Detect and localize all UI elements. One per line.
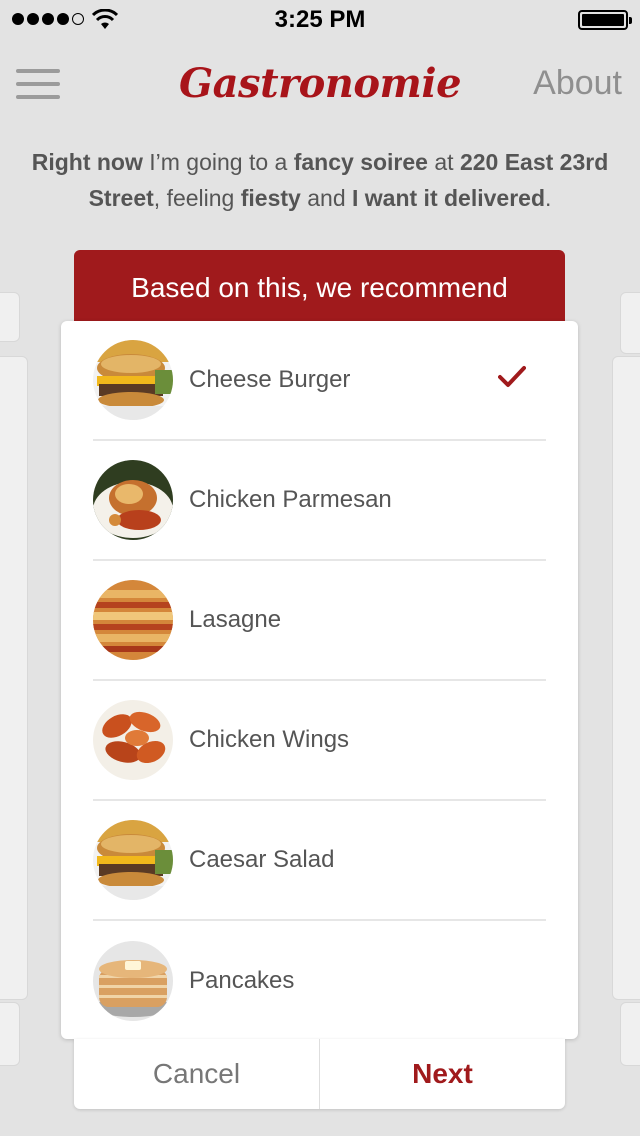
cheese-burger-photo [93,340,173,420]
cancel-button[interactable]: Cancel [74,1039,320,1109]
chicken-parmesan-photo [93,460,173,540]
checkmark-icon [498,366,526,387]
sentence-delivery[interactable]: I want it delivered [352,185,545,211]
recommendation-list: Cheese Burger Chicken Parmesan Lasagne C… [61,321,578,1041]
sentence-when[interactable]: Right now [32,149,143,175]
sentence-text: , feeling [153,185,241,211]
pancakes-photo [93,941,173,1021]
next-card-peek[interactable] [620,292,640,354]
item-label: Pancakes [189,967,295,994]
list-item-pancakes[interactable]: Pancakes [93,921,546,1041]
preference-sentence: Right now I’m going to a fancy soiree at… [20,144,620,216]
list-item-caesar-salad[interactable]: Caesar Salad [93,801,546,921]
list-item-lasagne[interactable]: Lasagne [93,561,546,681]
sentence-text: and [300,185,352,211]
sentence-text: at [427,149,460,175]
status-time: 3:25 PM [274,6,366,33]
prev-card-peek[interactable] [0,356,28,1000]
sentence-occasion[interactable]: fancy soiree [294,149,428,175]
chicken-wings-photo [93,700,173,780]
prev-card-peek[interactable] [0,292,20,342]
item-label: Chicken Parmesan [189,486,392,513]
item-label: Lasagne [189,606,282,633]
sentence-mood[interactable]: fiesty [241,185,301,211]
sentence-text: I’m going to a [142,149,294,175]
item-label: Chicken Wings [189,726,350,753]
battery-icon [578,10,632,30]
next-card-peek[interactable] [620,1002,640,1066]
lasagne-photo [93,580,173,660]
next-card-peek[interactable] [612,356,640,1000]
about-link[interactable]: About [533,64,622,103]
sentence-text: . [545,185,552,211]
caesar-salad-photo [93,820,173,900]
item-label: Caesar Salad [189,846,335,873]
recommendation-list-panel: Cheese Burger Chicken Parmesan Lasagne C… [61,321,578,1039]
list-item-chicken-parmesan[interactable]: Chicken Parmesan [93,441,546,561]
prev-card-peek[interactable] [0,1002,20,1066]
next-button[interactable]: Next [320,1039,565,1109]
item-label: Cheese Burger [189,366,351,393]
action-bar: Cancel Next [74,1039,565,1109]
list-item-chicken-wings[interactable]: Chicken Wings [93,681,546,801]
list-item-cheese-burger[interactable]: Cheese Burger [93,321,546,441]
nav-bar: Gastronomie About [0,40,640,128]
status-bar: 3:25 PM [0,0,640,40]
